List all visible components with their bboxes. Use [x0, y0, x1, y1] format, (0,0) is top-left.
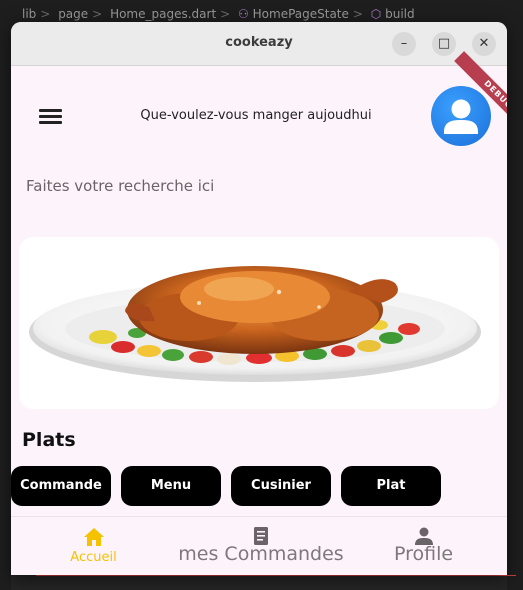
- section-title: Plats: [22, 429, 76, 451]
- maximize-button[interactable]: □: [432, 32, 456, 56]
- roast-chicken-plate-image: [29, 266, 481, 382]
- nav-label-profile: Profile: [393, 543, 454, 565]
- breadcrumb-class-icon: ⚇: [238, 7, 249, 21]
- category-chip-plat[interactable]: Plat: [341, 466, 441, 506]
- page-title: Que-voulez-vous manger aujoudhui: [140, 108, 372, 123]
- nav-item-profile[interactable]: Profile: [376, 517, 471, 575]
- close-button[interactable]: ✕: [472, 32, 496, 56]
- hero-food-image: [19, 237, 499, 409]
- category-chip-cusinier[interactable]: Cusinier: [231, 466, 331, 506]
- breadcrumb-item[interactable]: lib: [22, 7, 36, 21]
- category-chip-commande[interactable]: Commande: [11, 466, 111, 506]
- hamburger-icon: [39, 109, 62, 112]
- ide-error-underline: [36, 575, 516, 576]
- nav-label-accueil: Accueil: [70, 550, 117, 565]
- ide-editor-edge: [507, 30, 523, 590]
- nav-item-accueil[interactable]: Accueil: [41, 517, 146, 575]
- category-chips: Commande Menu Cusinier Plat: [11, 466, 507, 506]
- breadcrumb-item[interactable]: build: [385, 7, 415, 21]
- app-window: cookeazy – □ ✕ DEBUG Que-voulez-vous man…: [11, 22, 507, 575]
- breadcrumb-item[interactable]: page: [58, 7, 88, 21]
- breadcrumb-method-icon: ⬡: [370, 7, 382, 21]
- menu-button[interactable]: [37, 106, 67, 128]
- minimize-button[interactable]: –: [392, 32, 416, 56]
- window-titlebar[interactable]: cookeazy – □ ✕: [11, 22, 507, 66]
- breadcrumb-item[interactable]: Home_pages.dart: [110, 7, 216, 21]
- category-chip-menu[interactable]: Menu: [121, 466, 221, 506]
- nav-label-mes-commandes: mes Commandes: [178, 543, 344, 565]
- search-input[interactable]: [26, 169, 496, 203]
- person-avatar-icon: [444, 99, 478, 134]
- breadcrumb-item[interactable]: HomePageState: [253, 7, 349, 21]
- ide-gutter: [0, 30, 11, 590]
- breadcrumb: lib > page > Home_pages.dart > ⚇ HomePageSt…: [22, 7, 415, 21]
- nav-item-mes-commandes[interactable]: mes Commandes: [176, 517, 346, 575]
- home-icon: [84, 528, 104, 546]
- avatar[interactable]: [431, 86, 491, 146]
- bottom-navigation: Accueil mes Commandes Profile: [11, 516, 507, 575]
